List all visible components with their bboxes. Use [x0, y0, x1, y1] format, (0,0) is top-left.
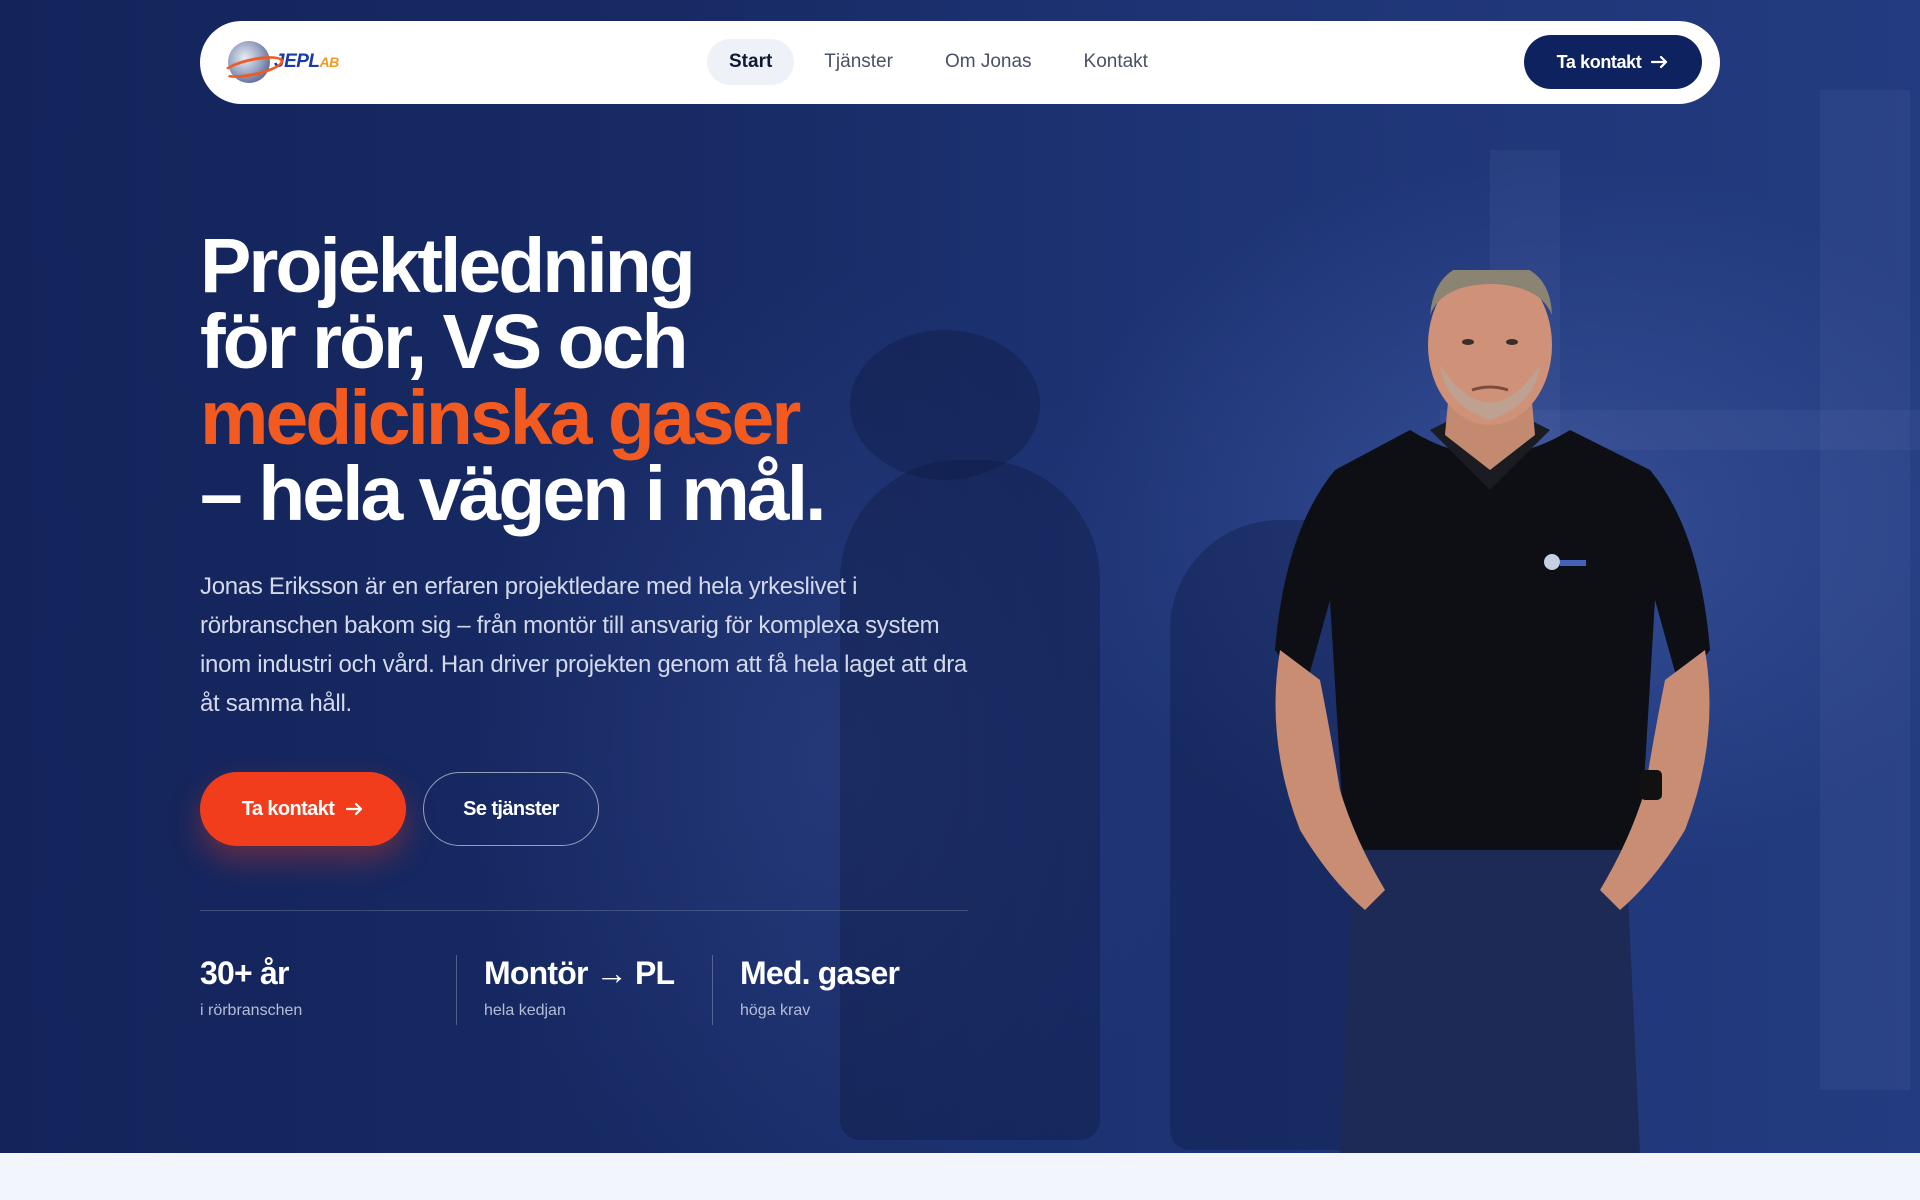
stats-divider: [200, 910, 968, 911]
top-navigation: JEPLAB Start Tjänster Om Jonas Kontakt T…: [200, 21, 1720, 104]
stat-separator: [456, 955, 457, 1025]
headline-line: för rör, VS och: [200, 299, 689, 385]
stat-item: 30+ år i rörbranschen: [200, 955, 302, 1020]
globe-logo-icon: [228, 41, 270, 83]
stat-value: 30+ år: [200, 955, 289, 991]
nav-contact-label: Ta kontakt: [1556, 51, 1642, 72]
next-section: [0, 1153, 1920, 1200]
contact-button-label: Ta kontakt: [241, 797, 335, 820]
headline-line: – hela vägen i mål.: [200, 451, 826, 537]
stat-separator: [712, 955, 713, 1025]
nav-contact-button[interactable]: Ta kontakt: [1524, 35, 1702, 89]
stat-item: Montör → PL hela kedjan: [484, 955, 675, 1020]
background-pipe: [1820, 90, 1910, 1090]
headline-accent: medicinska gaser: [200, 375, 801, 461]
stat-label: hela kedjan: [484, 1002, 566, 1019]
headline-line: Projektledning: [200, 223, 696, 309]
company-logo[interactable]: JEPLAB: [228, 39, 354, 85]
nav-link-start[interactable]: Start: [707, 39, 795, 85]
watch-icon: [1640, 770, 1662, 800]
contact-button[interactable]: Ta kontakt: [200, 772, 406, 846]
services-button[interactable]: Se tjänster: [423, 772, 599, 846]
nav-links: Start Tjänster Om Jonas Kontakt: [707, 39, 1170, 85]
hero-lead-text: Jonas Eriksson är en erfaren projektleda…: [200, 573, 967, 717]
nav-link-om-jonas[interactable]: Om Jonas: [923, 39, 1054, 85]
stat-item: Med. gaser höga krav: [740, 955, 900, 1020]
stat-value: Med. gaser: [740, 955, 900, 991]
nav-link-tjanster[interactable]: Tjänster: [802, 39, 915, 85]
arrow-right-icon: [346, 802, 364, 816]
nav-link-kontakt[interactable]: Kontakt: [1062, 39, 1170, 85]
portrait-image: [1275, 270, 1710, 1153]
stat-label: i rörbranschen: [200, 1002, 303, 1019]
arrow-right-icon: [1651, 55, 1669, 69]
hero-section: JEPLAB Start Tjänster Om Jonas Kontakt T…: [0, 0, 1920, 1153]
stat-label: höga krav: [740, 1002, 811, 1019]
hero-headline: Projektledning för rör, VS och medicinsk…: [200, 223, 1020, 537]
logo-wordmark: JEPLAB: [274, 51, 339, 72]
background-worker: [840, 460, 1100, 1140]
stat-value: Montör → PL: [484, 955, 675, 991]
